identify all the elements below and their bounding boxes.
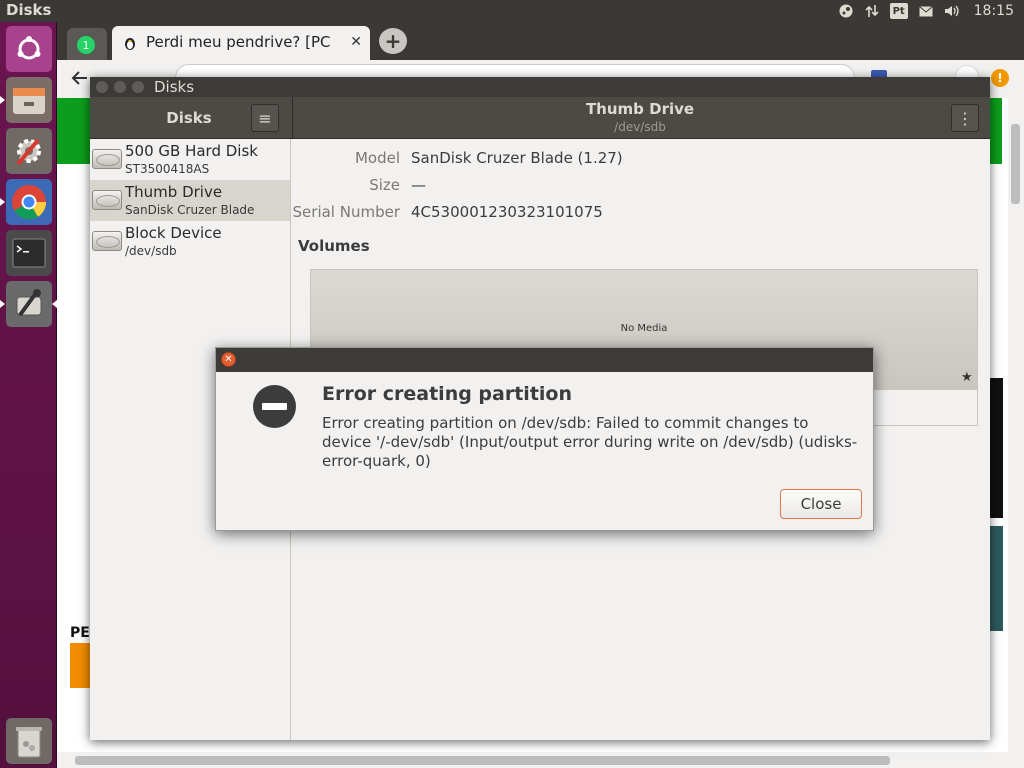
drive-name: Thumb Drive <box>125 183 223 201</box>
system-settings-icon[interactable] <box>6 128 52 174</box>
drive-model: SanDisk Cruzer Blade <box>125 203 255 217</box>
browser-tab-title: Perdi meu pendrive? [PC C <box>146 33 336 51</box>
keyboard-layout-indicator[interactable]: Pt <box>889 3 908 19</box>
block-device-icon <box>92 231 122 251</box>
browser-tab-inactive[interactable]: 1 <box>67 28 107 60</box>
disks-icon[interactable] <box>6 281 52 327</box>
dialog-close-icon[interactable]: ✕ <box>221 352 236 367</box>
volume-icon[interactable] <box>944 3 960 19</box>
files-icon[interactable] <box>6 77 52 123</box>
serial-label: Serial Number <box>292 203 400 221</box>
size-label: Size <box>369 176 400 194</box>
dialog-title: Error creating partition <box>322 383 572 405</box>
drive-menu-button[interactable]: ⋮ <box>951 104 979 132</box>
size-value: — <box>411 176 426 194</box>
close-button[interactable]: Close <box>780 489 862 519</box>
drive-item-thumb-drive[interactable]: Thumb Drive SanDisk Cruzer Blade <box>90 180 290 221</box>
scroll-thumb-h[interactable] <box>75 756 890 765</box>
drive-model: ST3500418AS <box>125 162 210 176</box>
horizontal-scrollbar[interactable] <box>57 752 1008 768</box>
update-alert-icon[interactable]: ! <box>991 69 1009 87</box>
browser-tabstrip: 1 Perdi meu pendrive? [PC C ✕ + <box>57 22 1024 60</box>
model-value: SanDisk Cruzer Blade (1.27) <box>411 149 623 167</box>
whatsapp-icon: 1 <box>77 36 95 54</box>
tab-close-icon[interactable]: ✕ <box>350 34 362 50</box>
tux-favicon-icon <box>122 35 138 51</box>
indicator-area: Pt 18:15 <box>838 0 1024 22</box>
new-tab-button[interactable]: + <box>379 28 407 54</box>
scroll-thumb[interactable] <box>1011 124 1020 204</box>
window-maximize-icon[interactable] <box>132 81 144 93</box>
error-icon <box>253 385 296 428</box>
no-media-label: No Media <box>620 323 668 334</box>
drive-name: Block Device <box>125 224 222 242</box>
drive-path: /dev/sdb <box>614 120 666 134</box>
disks-titlebar: Disks <box>90 77 990 97</box>
drive-model: /dev/sdb <box>125 244 177 258</box>
terminal-icon[interactable] <box>6 230 52 276</box>
ubuntu-dash-icon[interactable] <box>6 26 52 72</box>
star-icon: ★ <box>961 370 973 385</box>
drive-item-hard-disk[interactable]: 500 GB Hard Disk ST3500418AS <box>90 139 290 180</box>
chrome-icon[interactable] <box>6 179 52 225</box>
drive-name: 500 GB Hard Disk <box>125 142 258 160</box>
disks-window-title: Disks <box>154 78 195 96</box>
drive-item-block-device[interactable]: Block Device /dev/sdb <box>90 221 290 262</box>
chrome-running-indicator <box>0 198 5 206</box>
launcher <box>0 22 57 768</box>
disks-running-indicator <box>0 300 5 308</box>
disks-headerbar: Disks ≡ Thumb Drive /dev/sdb ⋮ <box>90 97 990 139</box>
clock[interactable]: 18:15 <box>970 3 1014 19</box>
orange-banner <box>70 643 92 688</box>
window-minimize-icon[interactable] <box>114 81 126 93</box>
dialog-titlebar: ✕ <box>216 348 873 372</box>
transfer-icon[interactable] <box>864 3 880 19</box>
error-dialog: ✕ Error creating partition Error creatin… <box>215 347 874 531</box>
trash-icon[interactable] <box>6 718 52 764</box>
window-close-icon[interactable] <box>96 81 108 93</box>
back-arrow-icon[interactable] <box>71 69 89 91</box>
hard-disk-icon <box>92 149 122 169</box>
files-running-indicator <box>0 96 5 104</box>
drive-title: Thumb Drive <box>585 100 695 118</box>
hard-disk-icon <box>92 190 122 210</box>
app-menu-button[interactable]: ≡ <box>251 104 279 132</box>
model-label: Model <box>354 149 400 167</box>
header-separator <box>292 97 293 139</box>
volumes-heading: Volumes <box>298 237 370 255</box>
mail-icon[interactable] <box>918 3 934 19</box>
dialog-message: Error creating partition on /dev/sdb: Fa… <box>322 414 858 470</box>
serial-value: 4C530001230323101075 <box>411 203 603 221</box>
vertical-scrollbar[interactable] <box>1008 98 1024 768</box>
top-panel: Disks Pt 18:15 <box>0 0 1024 22</box>
browser-tab-active[interactable]: Perdi meu pendrive? [PC C ✕ <box>112 26 370 60</box>
steam-icon[interactable] <box>838 3 854 19</box>
page-text-fragment: PE <box>70 625 90 641</box>
active-app-title: Disks <box>6 1 52 19</box>
